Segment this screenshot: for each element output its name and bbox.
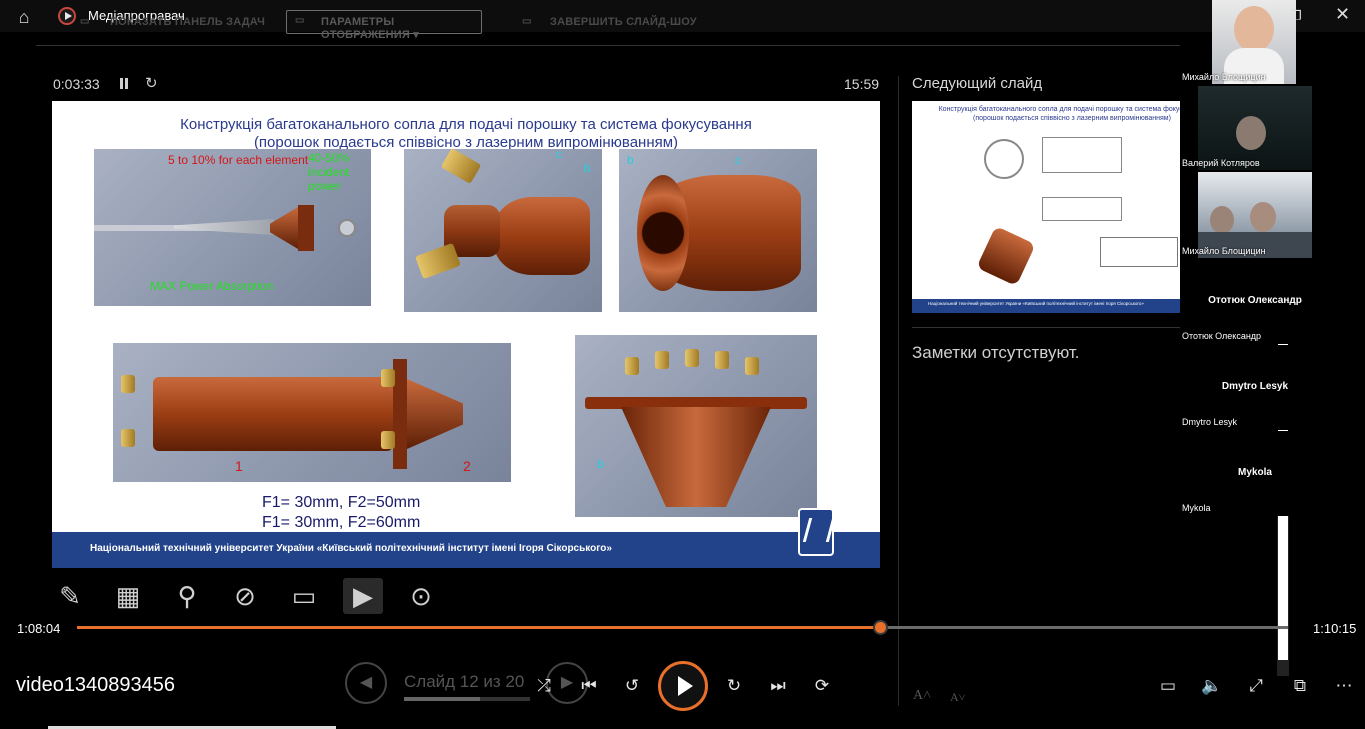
- end-slideshow-button[interactable]: ЗАВЕРШИТЬ СЛАЙД-ШОУ: [550, 16, 697, 28]
- shuffle-icon[interactable]: ⤮: [532, 674, 556, 698]
- play-icon[interactable]: [658, 661, 708, 711]
- restore-icon[interactable]: ❐: [1290, 8, 1302, 24]
- slide-title-line-1: Конструкція багатоканального сопла для п…: [180, 116, 752, 133]
- next-slide-title-line-2: (порошок подається співвісно з лазерним …: [973, 115, 1171, 122]
- video-title: video1340893456: [16, 674, 176, 696]
- previous-slide-button[interactable]: ◀: [345, 662, 387, 704]
- pause-timer-icon[interactable]: [118, 77, 130, 91]
- forward-30-icon[interactable]: ↻: [722, 674, 746, 698]
- speaker-notes: Заметки отсутствуют.: [912, 343, 1080, 362]
- more-options-icon[interactable]: ⋯: [1332, 674, 1356, 698]
- next-slide-footer-text: Національний технічний університет Украї…: [928, 301, 1144, 306]
- participant-audio-title: Ототюк Олександр: [1208, 295, 1302, 306]
- skip-previous-icon[interactable]: ⏮: [577, 674, 601, 698]
- participant-name: Mykola: [1182, 503, 1211, 513]
- volume-icon[interactable]: 🔈: [1200, 674, 1224, 698]
- label-b-3: b: [597, 457, 604, 471]
- slide-counter[interactable]: Слайд 12 из 20: [404, 672, 524, 692]
- focal-length-formula: F1= 30mm, F2=50mm F1= 30mm, F2=60mm: [262, 493, 420, 533]
- participant-name: Dmytro Lesyk: [1182, 417, 1238, 427]
- skip-next-icon[interactable]: ⏭: [766, 674, 790, 698]
- mic-muted-icon: [1278, 430, 1288, 431]
- miniplayer-icon[interactable]: ⧉: [1288, 674, 1312, 698]
- show-taskbar-button[interactable]: ПОКАЗАТЬ ПАНЕЛЬ ЗАДАЧ: [110, 16, 265, 28]
- rewind-10-icon[interactable]: ↺: [620, 674, 644, 698]
- elapsed-timer: 0:03:33: [53, 76, 100, 92]
- formula-line-1: F1= 30mm, F2=50mm: [262, 494, 421, 511]
- seek-bar-progress: [77, 626, 881, 629]
- seek-handle[interactable]: [873, 620, 888, 635]
- label-c-2: c: [735, 153, 741, 167]
- label-1: 1: [235, 458, 243, 474]
- nozzle-assembly-image: c b: [404, 149, 602, 312]
- slide-title: Конструкція багатоканального сопла для п…: [52, 116, 880, 152]
- participant-name: Михайло Блощицин: [1182, 246, 1266, 256]
- formula-line-2: F1= 30mm, F2=60mm: [262, 514, 421, 531]
- notes-divider: [912, 327, 1180, 328]
- next-slide-title-line-1: Конструкція багатоканального сопла для п…: [938, 106, 1180, 113]
- annotation-red: 5 to 10% for each element: [168, 153, 309, 167]
- slide-footer-text: Національний технічний університет Украї…: [90, 543, 612, 554]
- pen-icon[interactable]: ✎: [50, 578, 90, 614]
- black-screen-icon[interactable]: ⊘: [225, 578, 265, 614]
- current-position: 1:08:04: [17, 621, 61, 636]
- taskbar-icon[interactable]: ▭: [80, 16, 90, 27]
- label-b-1: b: [584, 161, 591, 175]
- nozzle-body-image: b c: [619, 149, 817, 312]
- toolbar-divider: [36, 45, 1180, 46]
- participants-panel: Михайло Блощицин Валерий Котляров Михайл…: [1180, 0, 1312, 729]
- reset-timer-icon[interactable]: ↻: [145, 74, 158, 92]
- mic-muted-icon: [1278, 344, 1288, 345]
- participant-name: Валерий Котляров: [1182, 158, 1260, 168]
- font-decrease-icon[interactable]: A˅: [950, 690, 965, 705]
- subtitles-icon[interactable]: ▭: [284, 578, 324, 614]
- end-show-icon[interactable]: ▭: [522, 16, 532, 27]
- display-settings-label: ПАРАМЕТРЫ ОТОБРАЖЕНИЯ ▾: [321, 16, 419, 41]
- label-b-2: b: [627, 153, 634, 167]
- participant-audio-title: Dmytro Lesyk: [1221, 381, 1289, 392]
- close-icon[interactable]: ✕: [1335, 4, 1350, 25]
- pane-divider: [898, 76, 899, 706]
- home-icon[interactable]: ⌂: [10, 6, 38, 28]
- participant-audio-title: Mykola: [1238, 467, 1272, 478]
- nozzle-schematic-image: 5 to 10% for each element 40-50% inciden…: [94, 149, 371, 306]
- display-icon: ▭: [295, 15, 305, 26]
- slide-progress-fill: [404, 697, 480, 701]
- more-icon[interactable]: ⊙: [401, 578, 441, 614]
- label-2: 2: [463, 458, 471, 474]
- magnifier-icon[interactable]: ⚲: [167, 578, 207, 614]
- annotation-green-top: 40-50% incident power: [308, 151, 350, 193]
- university-logo: [798, 508, 834, 556]
- font-increase-icon[interactable]: A˄: [913, 688, 931, 704]
- long-nozzle-image: 1 2: [113, 343, 511, 482]
- current-slide: Конструкція багатоканального сопла для п…: [52, 101, 880, 568]
- fullscreen-icon[interactable]: ⤢: [1244, 674, 1268, 698]
- total-duration: 1:10:15: [1313, 621, 1357, 636]
- label-c-1: c: [556, 149, 562, 161]
- next-slide-label: Следующий слайд: [912, 75, 1043, 92]
- participants-scrollbar-thumb[interactable]: [1278, 516, 1288, 660]
- captions-icon[interactable]: ▭: [1156, 674, 1180, 698]
- camera-icon[interactable]: ▶: [343, 578, 383, 614]
- display-settings-button[interactable]: ▭ ПАРАМЕТРЫ ОТОБРАЖЕНИЯ ▾: [286, 10, 482, 41]
- participant-name: Михайло Блощицин: [1182, 72, 1266, 82]
- repeat-icon[interactable]: ⟳: [810, 674, 834, 698]
- annotation-green-bottom: MAX Power Absorption: [150, 279, 274, 293]
- participant-name: Ототюк Олександр: [1182, 331, 1262, 341]
- next-slide-thumbnail[interactable]: Конструкція багатоканального сопла для п…: [912, 101, 1180, 313]
- presenter-toolbar: ▭ ПОКАЗАТЬ ПАНЕЛЬ ЗАДАЧ ▭ ПАРАМЕТРЫ ОТОБ…: [36, 10, 1156, 41]
- current-time: 15:59: [844, 76, 880, 92]
- nozzle-head-image: b: [575, 335, 817, 517]
- all-slides-icon[interactable]: ▦: [108, 578, 148, 614]
- next-slide-title: Конструкція багатоканального сопла для п…: [912, 105, 1180, 123]
